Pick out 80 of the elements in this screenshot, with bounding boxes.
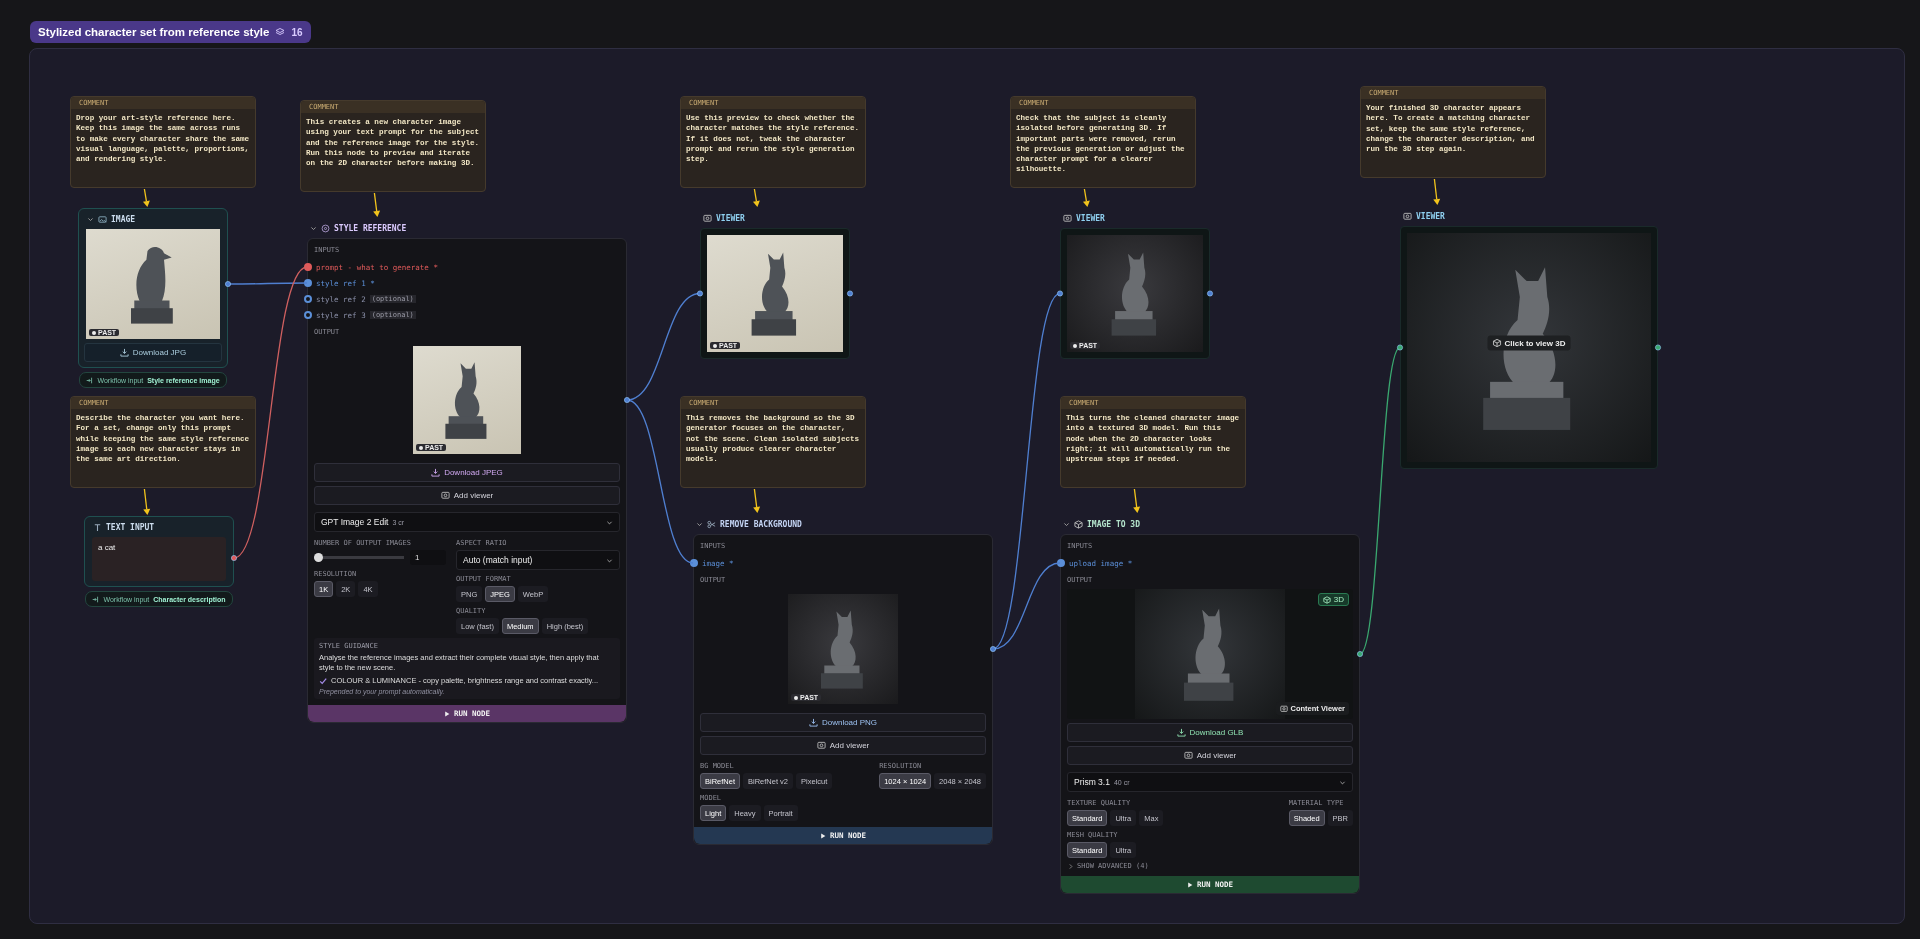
connector-arrow — [1133, 488, 1141, 513]
scissors-icon — [707, 519, 716, 529]
download-button[interactable]: Download GLB — [1067, 723, 1353, 742]
connector-arrow — [1433, 178, 1441, 205]
node-title: IMAGE — [111, 214, 136, 224]
viewer-icon — [816, 741, 826, 750]
node-title: VIEWER — [716, 213, 745, 223]
port-dot[interactable] — [1057, 559, 1065, 567]
port-dot[interactable] — [304, 263, 312, 271]
slider-thumb[interactable] — [314, 553, 323, 562]
chevron-icon[interactable] — [1063, 520, 1070, 528]
palette-icon — [321, 223, 330, 233]
add-viewer-button[interactable]: Add viewer — [314, 486, 620, 505]
viewer-icon — [440, 491, 450, 500]
connector-arrow — [143, 488, 151, 515]
connector-arrow — [1082, 188, 1090, 207]
port-dot[interactable] — [847, 290, 853, 297]
chevron-icon[interactable] — [310, 224, 317, 232]
add-viewer-button[interactable]: Add viewer — [700, 736, 986, 755]
cube-icon — [1074, 519, 1083, 529]
node-title: VIEWER — [1076, 213, 1105, 223]
input-icon — [92, 595, 100, 603]
port-dot[interactable] — [1207, 290, 1213, 297]
download-icon — [431, 468, 441, 477]
port-dot[interactable] — [990, 646, 996, 652]
node-title: REMOVE BACKGROUND — [720, 519, 802, 529]
viewer-icon — [1403, 211, 1412, 221]
input-icon — [86, 376, 94, 384]
image-icon — [98, 214, 107, 224]
select-field[interactable]: Auto (match input) — [456, 550, 620, 570]
port-dot[interactable] — [697, 290, 703, 297]
cube-icon — [1492, 338, 1502, 348]
port-dot[interactable] — [1357, 651, 1363, 657]
port-dot[interactable] — [624, 397, 630, 403]
viewer-icon — [703, 213, 712, 223]
connector-arrow — [752, 188, 760, 207]
checkbox[interactable] — [319, 676, 327, 685]
node-title: IMAGE TO 3D — [1087, 519, 1140, 529]
download-button[interactable]: Download PNG — [700, 713, 986, 732]
group-title-badge[interactable]: Stylized character set from reference style 16 — [30, 21, 311, 43]
download-icon — [1176, 728, 1186, 737]
port-dot[interactable] — [304, 279, 312, 287]
3d-badge: 3D — [1317, 593, 1349, 606]
layers-icon — [275, 27, 286, 37]
group-title: Stylized character set from reference style — [38, 26, 270, 38]
view-3d-button[interactable]: Click to view 3D — [1487, 335, 1571, 351]
viewer-icon — [1279, 704, 1288, 713]
chevron-icon[interactable] — [696, 520, 703, 528]
download-icon — [808, 718, 818, 727]
chevron-icon[interactable] — [87, 215, 94, 223]
node-count: 16 — [291, 26, 303, 38]
text-field[interactable]: a cat — [92, 537, 226, 581]
port-dot[interactable] — [231, 555, 237, 561]
viewer-icon — [1063, 213, 1072, 223]
text-icon — [93, 522, 102, 532]
download-icon — [119, 348, 129, 357]
cube-icon — [1322, 595, 1331, 604]
download-button[interactable]: Download JPEG — [314, 463, 620, 482]
play-icon — [443, 710, 450, 717]
viewer-icon — [1183, 751, 1193, 760]
add-viewer-button[interactable]: Add viewer — [1067, 746, 1353, 765]
port-dot[interactable] — [304, 311, 312, 319]
node-title: STYLE REFERENCE — [334, 223, 407, 233]
node-title: TEXT INPUT — [106, 522, 155, 532]
connector-arrow — [753, 488, 761, 513]
download-button[interactable]: Download JPG — [84, 343, 222, 362]
connector-arrow — [142, 188, 150, 207]
play-icon — [1186, 881, 1193, 888]
port-dot[interactable] — [1655, 344, 1661, 351]
port-dot[interactable] — [1397, 344, 1403, 351]
port-dot[interactable] — [225, 281, 231, 287]
slider[interactable] — [314, 553, 404, 562]
connector-arrow — [373, 192, 381, 217]
port-dot[interactable] — [690, 559, 698, 567]
node-title: VIEWER — [1416, 211, 1445, 221]
caret-icon — [1067, 862, 1074, 870]
play-icon — [819, 832, 826, 839]
number-field[interactable]: 1 — [410, 550, 446, 565]
port-dot[interactable] — [1057, 290, 1063, 297]
port-dot[interactable] — [304, 295, 312, 303]
